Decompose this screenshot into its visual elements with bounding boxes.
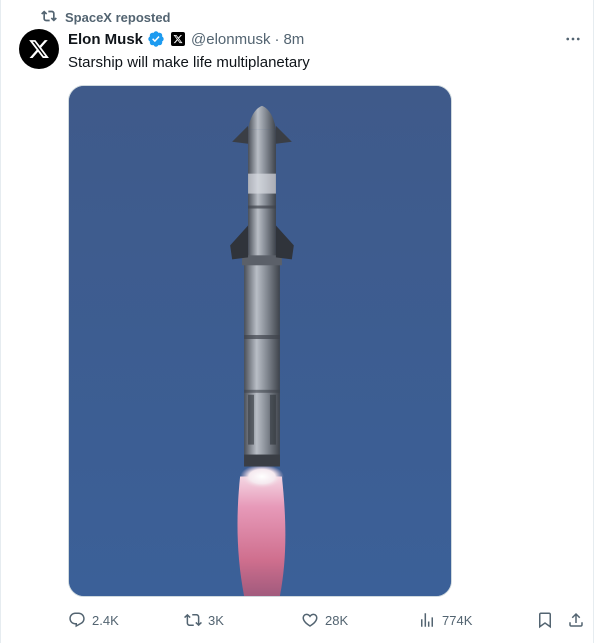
repost-count: 3K xyxy=(208,612,224,628)
post-text: Starship will make life multiplanetary xyxy=(68,54,310,71)
heart-icon xyxy=(302,613,318,627)
avatar[interactable] xyxy=(19,29,59,69)
post-image[interactable] xyxy=(68,85,452,597)
reply-icon xyxy=(69,612,85,628)
like-count: 28K xyxy=(325,612,349,628)
like-button[interactable]: 28K xyxy=(301,609,348,631)
reply-count: 2.4K xyxy=(92,612,119,628)
separator-dot: · xyxy=(274,30,280,48)
author-handle[interactable]: @elonmusk xyxy=(191,31,270,48)
share-icon xyxy=(569,612,583,627)
bookmark-icon xyxy=(539,612,551,629)
views-button[interactable]: 774K xyxy=(418,609,472,631)
repost-icon xyxy=(184,613,202,627)
x-affiliate-badge-icon[interactable] xyxy=(171,32,186,46)
repost-label: SpaceX reposted xyxy=(65,9,171,25)
action-bar: 2.4K 3K 28K 774K xyxy=(1,609,595,631)
more-icon[interactable] xyxy=(561,30,585,48)
views-count: 774K xyxy=(442,612,473,628)
repost-button[interactable]: 3K xyxy=(184,609,224,631)
repost-indicator[interactable]: SpaceX reposted xyxy=(41,8,171,26)
post-time[interactable]: 8m xyxy=(283,31,304,48)
bookmark-button[interactable] xyxy=(536,609,554,631)
starship-launch-image xyxy=(69,86,451,596)
share-button[interactable] xyxy=(567,609,585,631)
reply-button[interactable]: 2.4K xyxy=(68,609,119,631)
x-logo-icon xyxy=(29,40,49,58)
repost-icon xyxy=(41,8,57,27)
views-icon xyxy=(421,613,433,627)
author-name[interactable]: Elon Musk xyxy=(68,31,143,48)
post-header: Elon Musk @elonmusk · 8m xyxy=(68,29,304,49)
verified-badge-icon[interactable] xyxy=(147,30,165,48)
post-container[interactable]: SpaceX reposted Elon Musk @elonmusk · 8m… xyxy=(0,0,594,643)
